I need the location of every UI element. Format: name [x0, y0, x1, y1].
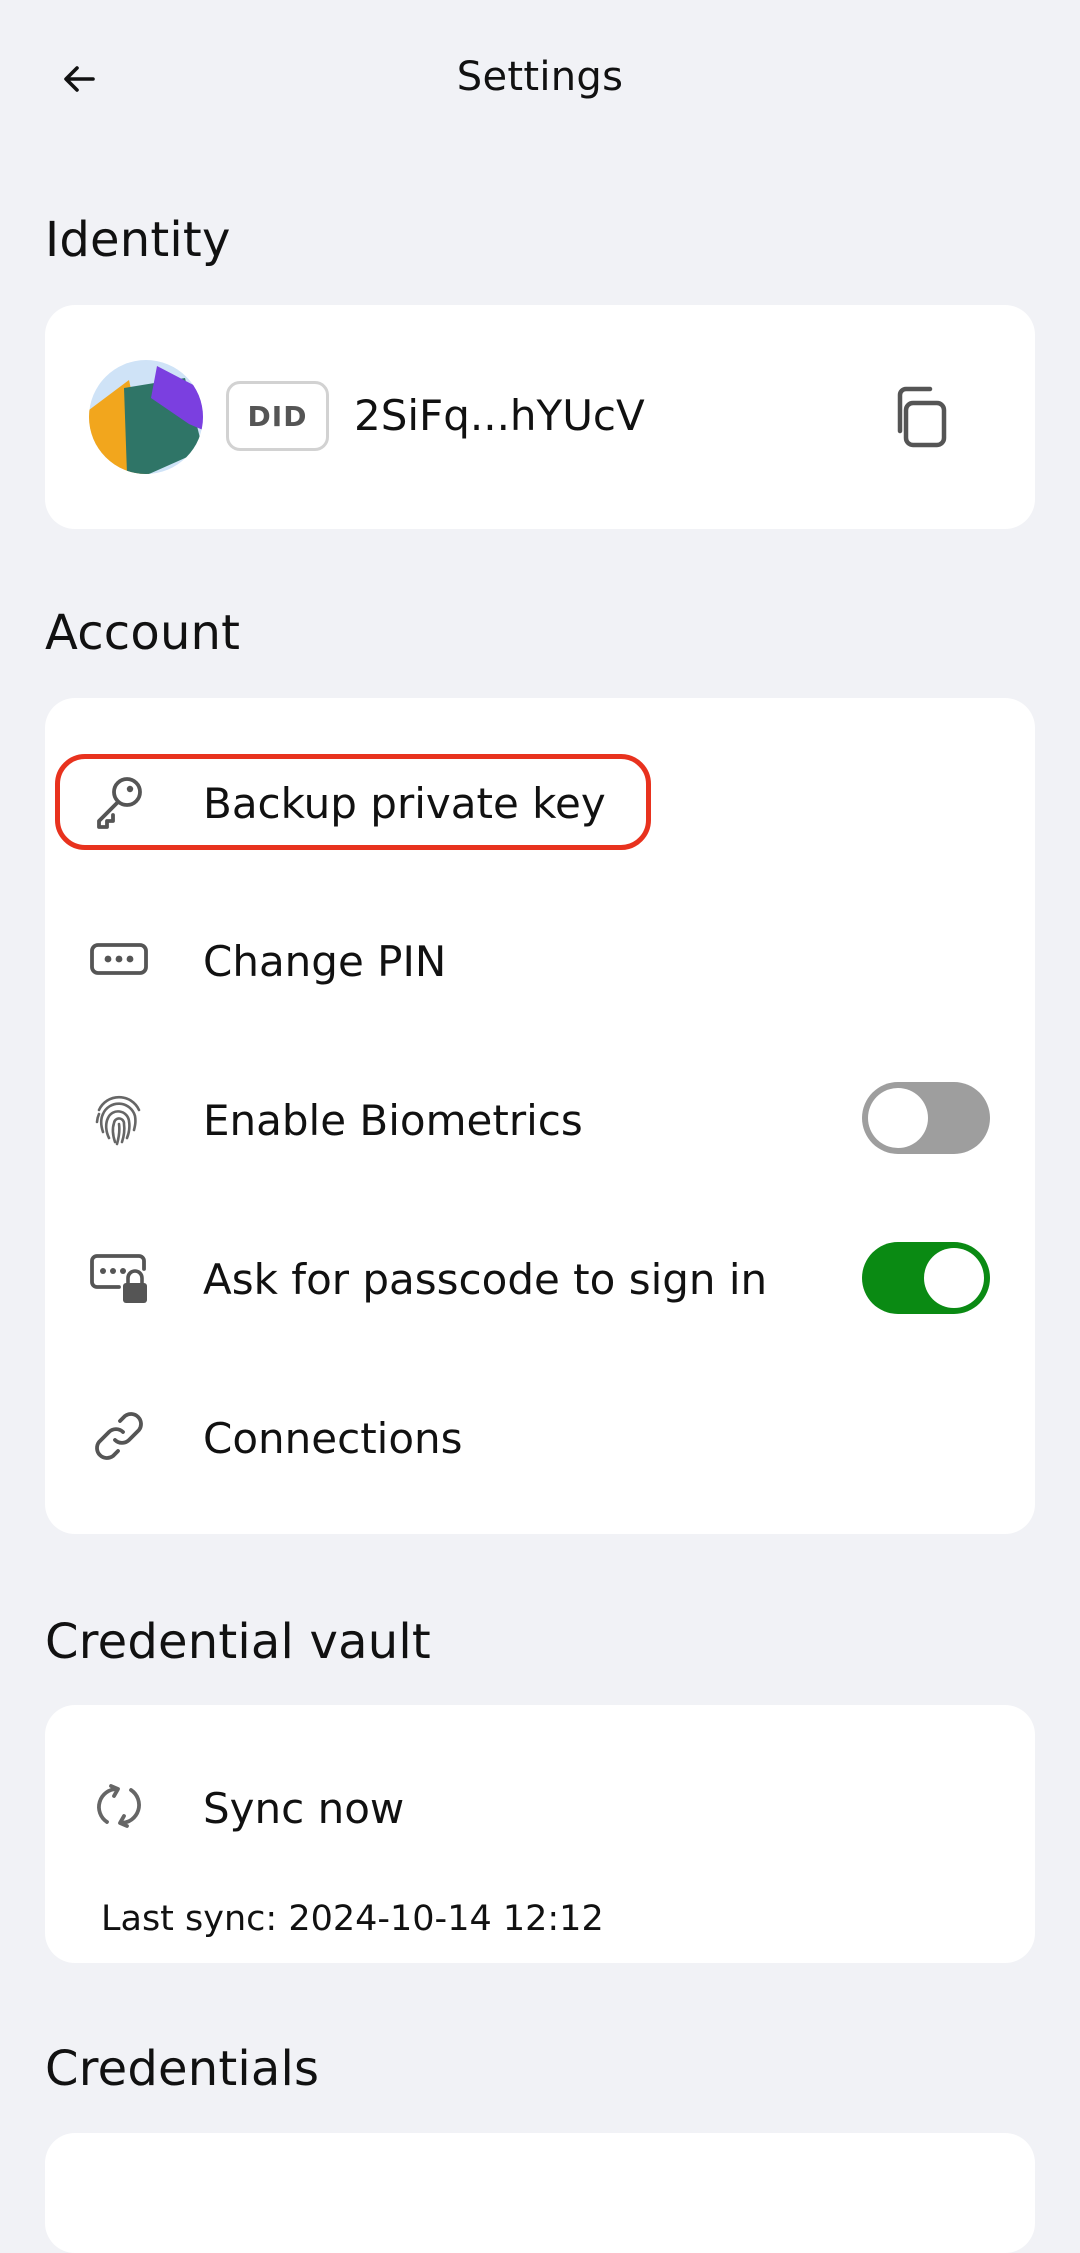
section-title-credentials: Credentials	[45, 2041, 320, 2097]
settings-row-label: Enable Biometrics	[203, 1096, 583, 1145]
passcode-lock-icon	[89, 1247, 149, 1307]
last-sync-text: Last sync: 2024-10-14 12:12	[101, 1899, 604, 1939]
settings-row-label: Ask for passcode to sign in	[203, 1255, 768, 1304]
did-badge: DID	[226, 381, 329, 451]
fingerprint-icon	[89, 1088, 149, 1148]
settings-row-label: Connections	[203, 1414, 463, 1463]
settings-row-enable-biometrics[interactable]: Enable Biometrics	[45, 1068, 1035, 1168]
copy-button[interactable]	[886, 383, 954, 451]
settings-row-backup-private-key[interactable]: Backup private key	[45, 751, 1035, 851]
link-icon	[89, 1406, 149, 1466]
section-title-credential-vault: Credential vault	[45, 1614, 431, 1670]
toggle-knob	[868, 1088, 928, 1148]
settings-row-label: Backup private key	[203, 779, 606, 828]
credentials-card	[45, 2133, 1035, 2253]
sync-now-row[interactable]: Sync now	[45, 1756, 1035, 1856]
avatar-identicon	[89, 360, 203, 474]
settings-row-label: Change PIN	[203, 937, 447, 986]
biometrics-toggle[interactable]	[862, 1082, 990, 1154]
copy-icon	[897, 386, 947, 448]
account-card: Backup private key Change PIN Enable Bio…	[45, 698, 1035, 1534]
avatar	[89, 360, 203, 474]
section-title-account: Account	[45, 605, 241, 661]
toggle-knob	[924, 1248, 984, 1308]
settings-row-change-pin[interactable]: Change PIN	[45, 909, 1035, 1009]
did-value: 2SiFq...hYUcV	[354, 391, 645, 440]
passcode-toggle[interactable]	[862, 1242, 990, 1314]
key-icon	[89, 771, 149, 831]
section-title-identity: Identity	[45, 212, 231, 268]
pin-icon	[89, 929, 149, 989]
credential-vault-card: Sync now Last sync: 2024-10-14 12:12	[45, 1705, 1035, 1963]
settings-row-ask-passcode[interactable]: Ask for passcode to sign in	[45, 1227, 1035, 1327]
page-title: Settings	[456, 54, 624, 100]
sync-now-label: Sync now	[203, 1784, 405, 1833]
identity-card: DID 2SiFq...hYUcV	[45, 305, 1035, 529]
settings-row-connections[interactable]: Connections	[45, 1386, 1035, 1486]
app-header: Settings	[0, 0, 1080, 160]
sync-icon	[89, 1776, 149, 1836]
